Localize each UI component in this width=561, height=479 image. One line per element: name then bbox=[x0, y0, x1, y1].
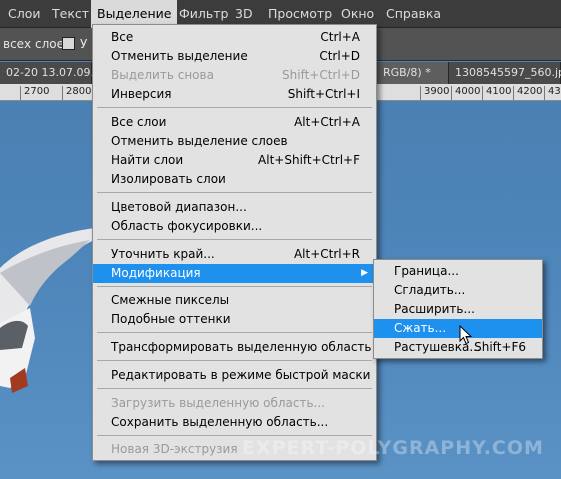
menu-item-grow[interactable]: Смежные пикселы bbox=[93, 291, 376, 310]
submenu-item-shortcut: Shift+F6 bbox=[474, 340, 526, 354]
menu-item-label: Уточнить край... bbox=[111, 247, 215, 261]
option-checkbox[interactable] bbox=[62, 37, 75, 50]
menu-item-shortcut: Alt+Shift+Ctrl+F bbox=[258, 153, 360, 167]
submenu-item-label: Сгладить... bbox=[394, 283, 466, 297]
menu-help[interactable]: Справка bbox=[380, 0, 447, 28]
menu-separator bbox=[97, 332, 372, 333]
submenu-item-feather[interactable]: Растушевка... Shift+F6 bbox=[374, 338, 542, 357]
menu-item-label: Изолировать слои bbox=[111, 172, 226, 186]
submenu-arrow-icon: ▶ bbox=[361, 268, 368, 278]
menu-item-label: Все слои bbox=[111, 115, 167, 129]
ruler-tick-label: 4300 bbox=[544, 86, 561, 100]
menu-item-label: Отменить выделение bbox=[111, 49, 248, 63]
submenu-item-label: Граница... bbox=[394, 264, 459, 278]
submenu-item-border[interactable]: Граница... bbox=[374, 262, 542, 281]
menu-item-label: Отменить выделение слоев bbox=[111, 134, 288, 148]
menu-item-inverse[interactable]: Инверсия Shift+Ctrl+I bbox=[93, 85, 376, 104]
menu-layers[interactable]: Слои bbox=[2, 0, 47, 28]
menu-separator bbox=[97, 286, 372, 287]
menu-item-shortcut: Shift+Ctrl+D bbox=[282, 68, 360, 82]
menu-separator bbox=[97, 239, 372, 240]
menu-text[interactable]: Текст bbox=[46, 0, 95, 28]
menu-separator bbox=[97, 107, 372, 108]
submenu-item-smooth[interactable]: Сгладить... bbox=[374, 281, 542, 300]
menu-item-label: Найти слои bbox=[111, 153, 184, 167]
menu-separator bbox=[97, 435, 372, 436]
tab-label: RGB/8) * bbox=[383, 66, 431, 79]
menu-item-find-layers[interactable]: Найти слои Alt+Shift+Ctrl+F bbox=[93, 151, 376, 170]
menu-separator bbox=[97, 388, 372, 389]
all-layers-label: всех слоев bbox=[3, 37, 72, 51]
menu-item-label: Модификация bbox=[111, 266, 201, 280]
ruler-tick-label: 4100 bbox=[482, 86, 511, 100]
select-menu-dropdown: Все Ctrl+A Отменить выделение Ctrl+D Выдел… bbox=[92, 24, 377, 461]
option-label: У bbox=[80, 37, 88, 51]
menu-item-load-selection[interactable]: Загрузить выделенную область... bbox=[93, 394, 376, 413]
ruler-tick-label: 4200 bbox=[513, 86, 542, 100]
ruler-tick-label: 3900 bbox=[420, 86, 449, 100]
submenu-item-expand[interactable]: Расширить... bbox=[374, 300, 542, 319]
menu-item-isolate-layers[interactable]: Изолировать слои bbox=[93, 170, 376, 189]
menu-item-modify[interactable]: Модификация ▶ bbox=[93, 264, 376, 283]
menu-item-shortcut: Ctrl+D bbox=[319, 49, 360, 63]
menu-item-label: Сохранить выделенную область... bbox=[111, 415, 329, 429]
menu-item-all-layers[interactable]: Все слои Alt+Ctrl+A bbox=[93, 113, 376, 132]
tab-label: 1308545597_560.jpg bbox=[455, 66, 561, 79]
watermark-text: EXPERT-POLYGRAPHY.COM bbox=[242, 437, 544, 459]
submenu-item-label: Сжать... bbox=[394, 321, 447, 335]
menu-item-label: Цветовой диапазон... bbox=[111, 200, 247, 214]
menu-item-label: Смежные пикселы bbox=[111, 293, 230, 307]
submenu-item-label: Расширить... bbox=[394, 302, 475, 316]
menu-item-similar[interactable]: Подобные оттенки bbox=[93, 310, 376, 329]
menu-item-shortcut: Alt+Ctrl+R bbox=[293, 247, 360, 261]
menu-item-reselect[interactable]: Выделить снова Shift+Ctrl+D bbox=[93, 66, 376, 85]
ruler-tick-label: 4000 bbox=[451, 86, 480, 100]
menu-item-label: Редактировать в режиме быстрой маски bbox=[111, 368, 371, 382]
menu-item-shortcut: Alt+Ctrl+A bbox=[294, 115, 360, 129]
menu-item-shortcut: Shift+Ctrl+I bbox=[287, 87, 360, 101]
menu-separator bbox=[97, 360, 372, 361]
tab-document-1[interactable]: 02-20 13.07.09.png bbox=[0, 62, 115, 84]
menu-item-label: Новая 3D-экструзия bbox=[111, 442, 238, 456]
menu-item-label: Выделить снова bbox=[111, 68, 214, 82]
menu-item-label: Все bbox=[111, 30, 134, 44]
menu-item-focus-area[interactable]: Область фокусировки... bbox=[93, 217, 376, 236]
menu-item-save-selection[interactable]: Сохранить выделенную область... bbox=[93, 413, 376, 432]
tab-document-2[interactable]: RGB/8) * bbox=[377, 62, 449, 84]
mouse-pointer-icon bbox=[459, 325, 473, 345]
tab-document-3[interactable]: 1308545597_560.jpg bbox=[449, 62, 561, 84]
menu-item-refine-edge[interactable]: Уточнить край... Alt+Ctrl+R bbox=[93, 245, 376, 264]
menu-item-deselect[interactable]: Отменить выделение Ctrl+D bbox=[93, 47, 376, 66]
menu-item-label: Загрузить выделенную область... bbox=[111, 396, 325, 410]
menu-item-label: Подобные оттенки bbox=[111, 312, 231, 326]
menu-item-label: Область фокусировки... bbox=[111, 219, 263, 233]
menu-item-shortcut: Ctrl+A bbox=[320, 30, 360, 44]
menu-item-deselect-layers[interactable]: Отменить выделение слоев bbox=[93, 132, 376, 151]
menu-item-label: Трансформировать выделенную область bbox=[111, 340, 372, 354]
menu-item-color-range[interactable]: Цветовой диапазон... bbox=[93, 198, 376, 217]
ruler-tick-label: 2800 bbox=[62, 86, 91, 100]
menu-separator bbox=[97, 192, 372, 193]
ruler-tick-label: 2700 bbox=[20, 86, 49, 100]
menu-item-label: Инверсия bbox=[111, 87, 172, 101]
menu-item-all[interactable]: Все Ctrl+A bbox=[93, 28, 376, 47]
submenu-item-contract[interactable]: Сжать... bbox=[374, 319, 542, 338]
menu-item-transform-selection[interactable]: Трансформировать выделенную область bbox=[93, 338, 376, 357]
modify-submenu: Граница... Сгладить... Расширить... Сжат… bbox=[373, 259, 543, 359]
menu-item-quick-mask[interactable]: Редактировать в режиме быстрой маски bbox=[93, 366, 376, 385]
